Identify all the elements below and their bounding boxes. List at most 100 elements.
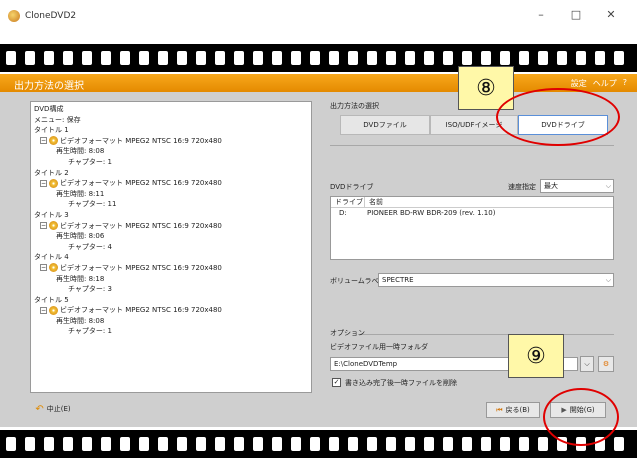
separator (358, 334, 614, 335)
film-hole (291, 51, 301, 65)
column-header-drive[interactable]: ドライブ (331, 197, 365, 207)
about-link[interactable]: ? (623, 78, 627, 89)
output-settings-panel: 出力方法の選択 DVDファイル ISO/UDFイメージ DVDドライブ DVDド… (318, 92, 637, 427)
speed-select[interactable]: 最大 ⌵ (540, 179, 614, 193)
film-hole (158, 437, 168, 451)
dvd-drive-label: DVDドライブ (330, 183, 374, 191)
collapse-toggle-icon[interactable]: − (40, 306, 47, 314)
dvd-file-tab[interactable]: DVDファイル (340, 115, 430, 135)
tree-title-item[interactable]: タイトル 4 (34, 252, 308, 263)
tree-duration-item: 再生時間: 8:08 (56, 316, 105, 325)
film-hole (500, 51, 510, 65)
options-label: オプション (330, 329, 365, 337)
film-hole (481, 437, 491, 451)
header-links: 設定 ヘルプ ? (571, 78, 627, 89)
film-hole (253, 51, 263, 65)
film-hole (82, 437, 92, 451)
film-hole (462, 437, 472, 451)
tree-duration-item: 再生時間: 8:18 (56, 274, 105, 283)
film-hole (25, 437, 35, 451)
drive-row[interactable]: D: PIONEER BD-RW BDR-209 (rev. 1.10) (331, 208, 613, 219)
film-hole (139, 437, 149, 451)
film-hole (405, 51, 415, 65)
tree-duration-item: 再生時間: 8:08 (56, 147, 105, 156)
drive-name: PIONEER BD-RW BDR-209 (rev. 1.10) (367, 209, 496, 217)
tree-root-label: DVD構成 (34, 105, 64, 113)
collapse-toggle-icon[interactable]: − (40, 179, 47, 187)
tree-video-item[interactable]: − ビデオフォーマット MPEG2 NTSC 16:9 720x480 (34, 136, 308, 147)
drive-list[interactable]: ドライブ 名前 D: PIONEER BD-RW BDR-209 (rev. 1… (330, 196, 614, 260)
tree-title-item[interactable]: タイトル 1 (34, 125, 308, 136)
film-hole (215, 51, 225, 65)
video-disc-icon (49, 221, 58, 231)
drive-list-header: ドライブ 名前 (331, 197, 613, 208)
film-hole (63, 437, 73, 451)
back-button[interactable]: ⏮ 戻る(B) (486, 402, 540, 418)
film-hole (557, 51, 567, 65)
folder-dropdown-button[interactable]: ⌵ (580, 356, 594, 372)
minimize-button[interactable]: – (533, 8, 549, 22)
tree-chapters-item: チャプター: 11 (68, 200, 117, 209)
step-heading: 出力方法の選択 (14, 81, 84, 92)
film-hole (500, 437, 510, 451)
settings-link[interactable]: 設定 (571, 78, 587, 89)
tree-title-item[interactable]: タイトル 3 (34, 210, 308, 221)
drive-letter: D: (339, 209, 347, 217)
film-hole (595, 51, 605, 65)
cancel-button[interactable]: ↶ 中止(E) (22, 401, 84, 417)
film-hole (310, 437, 320, 451)
film-hole (310, 51, 320, 65)
film-hole (386, 51, 396, 65)
delete-temp-label: 書き込み完了後一時ファイルを削除 (345, 379, 457, 387)
film-hole (443, 437, 453, 451)
tree-title-item[interactable]: タイトル 5 (34, 295, 308, 306)
video-disc-icon (49, 305, 58, 315)
tree-video-item[interactable]: − ビデオフォーマット MPEG2 NTSC 16:9 720x480 (34, 263, 308, 274)
close-button[interactable]: ✕ (603, 8, 619, 22)
rewind-icon: ⏮ (496, 405, 503, 414)
film-hole (139, 51, 149, 65)
clonedvd-app-icon (8, 9, 20, 22)
film-hole (291, 437, 301, 451)
step-8-highlight-ellipse (496, 88, 620, 146)
output-method-label: 出力方法の選択 (330, 102, 379, 110)
film-hole (25, 51, 35, 65)
film-hole (519, 437, 529, 451)
film-hole (443, 51, 453, 65)
step-9-highlight-ellipse (543, 388, 619, 446)
film-hole (101, 51, 111, 65)
film-hole (405, 437, 415, 451)
step-9-callout: ⑨ (508, 334, 564, 378)
film-hole (82, 51, 92, 65)
gear-icon: ⚙ (602, 360, 610, 368)
tree-duration-item: 再生時間: 8:11 (56, 189, 105, 198)
tree-video-item[interactable]: − ビデオフォーマット MPEG2 NTSC 16:9 720x480 (34, 221, 308, 232)
collapse-toggle-icon[interactable]: − (40, 137, 47, 145)
collapse-toggle-icon[interactable]: − (40, 222, 47, 230)
tree-video-item[interactable]: − ビデオフォーマット MPEG2 NTSC 16:9 720x480 (34, 178, 308, 189)
film-hole (234, 51, 244, 65)
chevron-down-icon: ⌵ (584, 359, 590, 368)
tree-chapters-item: チャプター: 4 (68, 242, 112, 251)
film-hole (272, 437, 282, 451)
tree-video-item[interactable]: − ビデオフォーマット MPEG2 NTSC 16:9 720x480 (34, 305, 308, 316)
volume-label-field[interactable]: SPECTRE ⌵ (378, 273, 614, 287)
film-hole (177, 51, 187, 65)
dvd-structure-tree[interactable]: DVD構成 メニュー: 保存 タイトル 1 − ビデオフォーマット MPEG2 N… (30, 101, 312, 393)
collapse-toggle-icon[interactable]: − (40, 264, 47, 272)
delete-temp-checkbox[interactable]: ✓ (332, 378, 341, 387)
video-disc-icon (49, 263, 58, 273)
chevron-down-icon: ⌵ (605, 276, 611, 284)
help-link[interactable]: ヘルプ (593, 78, 617, 89)
top-filmstrip-decoration (0, 44, 637, 72)
maximize-button[interactable]: □ (568, 8, 584, 22)
film-hole (196, 51, 206, 65)
tree-menu-item[interactable]: メニュー: 保存 (34, 115, 308, 126)
tree-title-item[interactable]: タイトル 2 (34, 168, 308, 179)
video-disc-icon (49, 178, 58, 188)
film-hole (538, 51, 548, 65)
film-hole (386, 437, 396, 451)
column-header-name[interactable]: 名前 (365, 197, 383, 207)
browse-folder-button[interactable]: ⚙ (598, 356, 614, 372)
film-hole (614, 51, 624, 65)
